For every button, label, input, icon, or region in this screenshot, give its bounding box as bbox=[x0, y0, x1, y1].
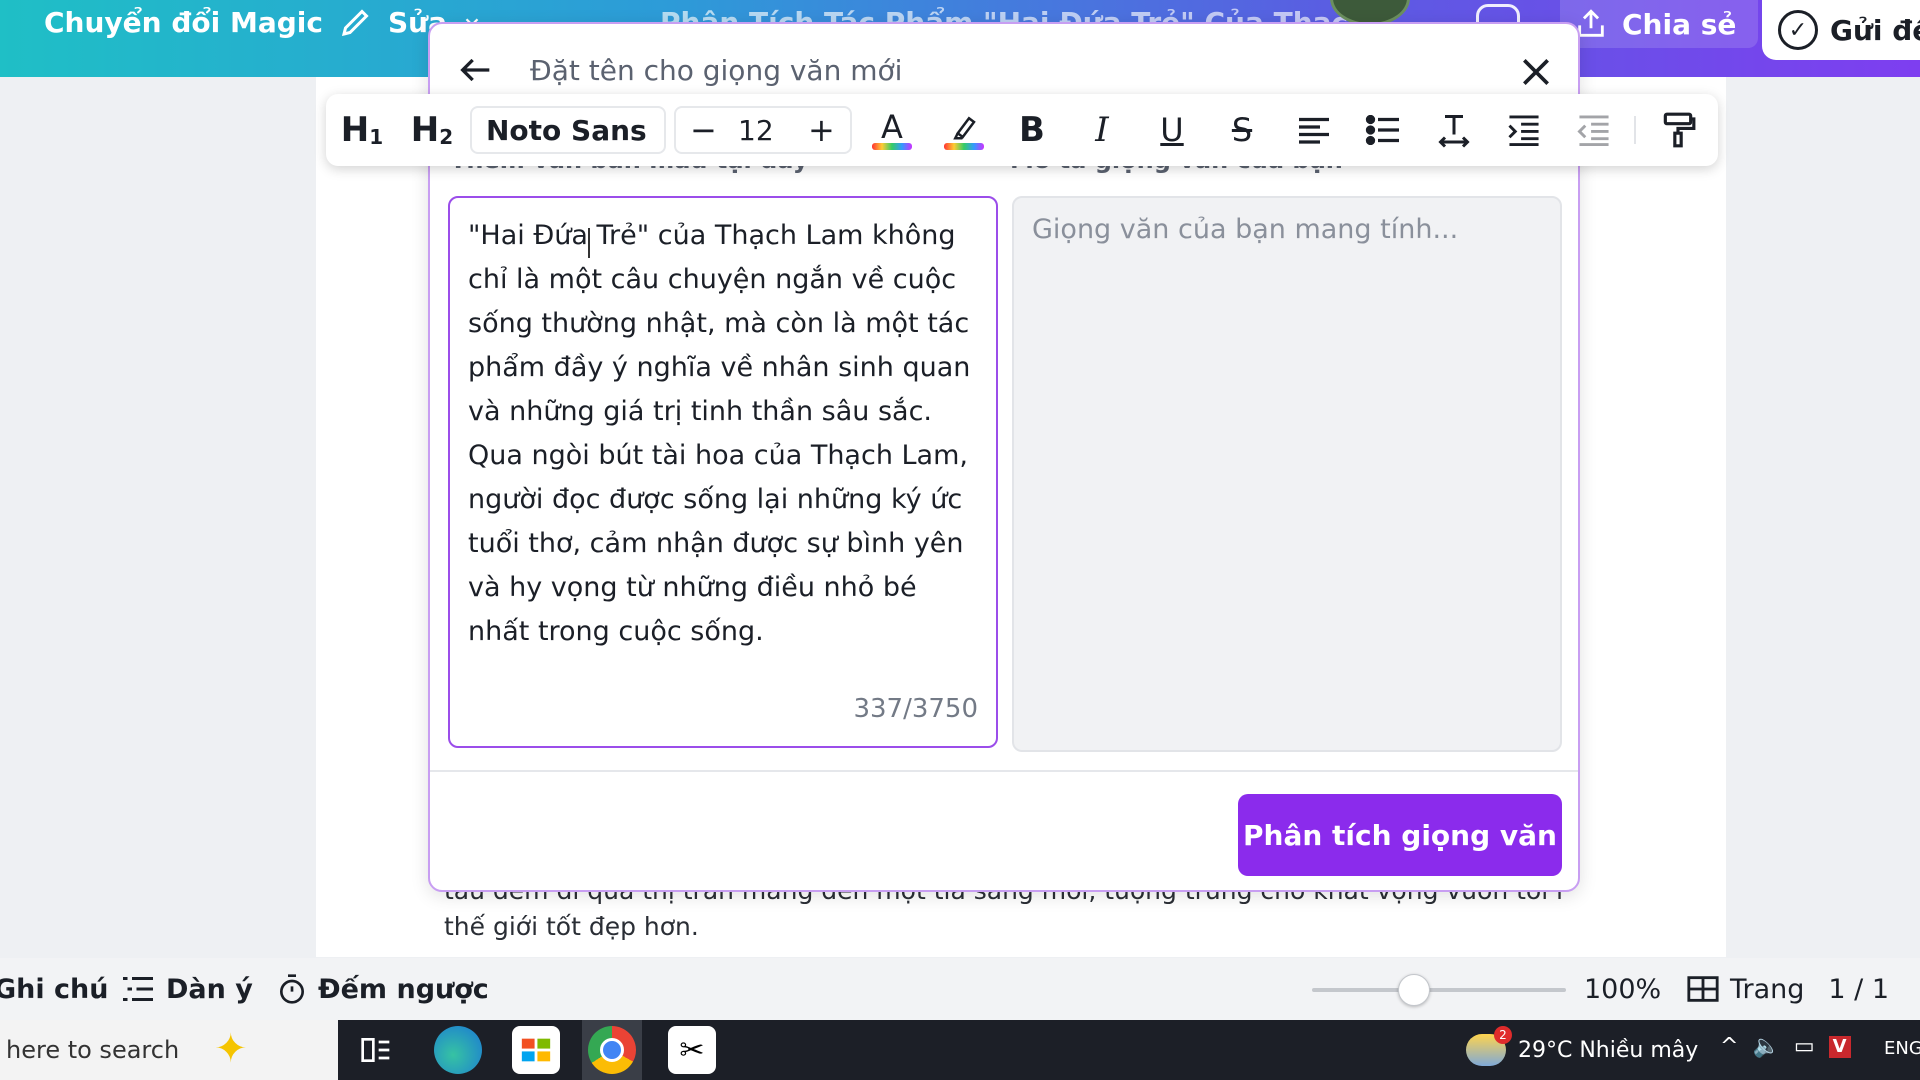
submit-label: Gửi đế bbox=[1830, 13, 1920, 47]
zoom-slider-handle[interactable] bbox=[1397, 974, 1430, 1006]
font-family-select[interactable]: Noto Sans bbox=[470, 106, 666, 154]
network-icon[interactable]: ▭ bbox=[1794, 1034, 1815, 1059]
cloud-sun-icon: 2 bbox=[1466, 1026, 1512, 1066]
edge-browser-icon[interactable] bbox=[434, 1026, 482, 1074]
chevron-up-icon[interactable]: ^ bbox=[1720, 1034, 1738, 1059]
strikethrough-button[interactable]: S bbox=[1218, 106, 1266, 154]
document-text-line: thế giới tốt đẹp hơn. bbox=[444, 912, 699, 941]
voice-description-area[interactable] bbox=[1012, 196, 1562, 752]
sample-text-area[interactable]: "Hai Đứa Trẻ" của Thạch Lam không chỉ là… bbox=[448, 196, 998, 748]
store-icon[interactable] bbox=[512, 1026, 560, 1074]
submit-button[interactable]: ✓ Gửi đế bbox=[1762, 0, 1920, 60]
weather-text: 29°C Nhiều mây bbox=[1518, 1037, 1699, 1063]
format-painter-icon[interactable] bbox=[1652, 106, 1704, 154]
task-view-icon[interactable] bbox=[352, 1026, 400, 1074]
notes-label: Ghi chú bbox=[0, 973, 109, 1005]
magic-switch-button[interactable]: Chuyển đổi Magic bbox=[44, 0, 323, 44]
decrease-size-button[interactable]: − bbox=[690, 111, 717, 149]
notification-badge: 2 bbox=[1494, 1026, 1512, 1044]
page-indicator[interactable]: Trang 1 / 1 bbox=[1686, 968, 1889, 1010]
os-taskbar: here to search ✦ ✂ 2 29°C Nhiều mây ^ 🔈 … bbox=[0, 1020, 1920, 1080]
underline-button[interactable]: U bbox=[1148, 106, 1196, 154]
share-button[interactable]: Chia sẻ bbox=[1560, 0, 1759, 48]
page-count: 1 / 1 bbox=[1828, 973, 1890, 1005]
heading-2-letter: H bbox=[410, 110, 440, 150]
capcut-icon[interactable]: ✂ bbox=[668, 1026, 716, 1074]
letter-spacing-icon[interactable] bbox=[1428, 106, 1480, 154]
pencil-icon bbox=[341, 9, 369, 37]
heading-1-letter: H bbox=[340, 110, 370, 150]
toolbar-divider bbox=[1634, 116, 1636, 144]
bold-button[interactable]: B bbox=[1008, 106, 1056, 154]
language-indicator[interactable]: ENG bbox=[1884, 1038, 1920, 1059]
bullet-list-icon[interactable] bbox=[1358, 106, 1410, 154]
voice-description-input[interactable] bbox=[1032, 214, 1542, 245]
weather-widget[interactable]: 2 29°C Nhiều mây bbox=[1466, 1026, 1699, 1070]
antivirus-icon[interactable]: V bbox=[1828, 1035, 1851, 1058]
font-size-input[interactable]: 12 bbox=[738, 114, 774, 147]
text-color-button[interactable]: A bbox=[866, 106, 918, 154]
editor-footer: Ghi chú Dàn ý Đếm ngược 100% Trang 1 / 1 bbox=[0, 958, 1920, 1020]
timer-button[interactable]: Đếm ngược bbox=[276, 968, 489, 1010]
magic-switch-label: Chuyển đổi Magic bbox=[44, 5, 323, 39]
text-format-toolbar: H1 H2 Noto Sans − 12 + A B I U S bbox=[326, 94, 1718, 166]
search-placeholder: here to search bbox=[6, 1036, 180, 1064]
timer-label: Đếm ngược bbox=[318, 973, 489, 1005]
close-icon[interactable] bbox=[1516, 52, 1556, 92]
character-count: 337/3750 bbox=[853, 694, 978, 724]
list-icon bbox=[123, 977, 153, 1001]
outline-label: Dàn ý bbox=[166, 973, 253, 1005]
highlight-button[interactable] bbox=[938, 106, 990, 154]
zoom-slider[interactable] bbox=[1312, 988, 1566, 992]
text-color-icon: A bbox=[881, 107, 903, 146]
rainbow-bar bbox=[872, 142, 912, 150]
text-cursor bbox=[588, 228, 590, 258]
rainbow-bar bbox=[944, 142, 984, 150]
italic-button[interactable]: I bbox=[1078, 106, 1126, 154]
page-label: Trang bbox=[1730, 973, 1805, 1005]
font-size-stepper: − 12 + bbox=[674, 106, 852, 154]
system-tray: ^ 🔈 ▭ V bbox=[1720, 1034, 1851, 1059]
check-circle-icon: ✓ bbox=[1778, 10, 1818, 50]
zoom-level[interactable]: 100% bbox=[1584, 968, 1661, 1010]
grid-icon bbox=[1687, 976, 1719, 1002]
voice-name-field[interactable]: Đặt tên cho giọng văn mới bbox=[530, 54, 902, 87]
outdent-icon[interactable] bbox=[1568, 106, 1620, 154]
notes-button[interactable]: Ghi chú bbox=[0, 968, 109, 1010]
align-left-icon[interactable] bbox=[1288, 106, 1340, 154]
back-arrow-icon[interactable] bbox=[456, 50, 496, 90]
increase-size-button[interactable]: + bbox=[808, 111, 835, 149]
heading-2-button[interactable]: H2 bbox=[406, 106, 458, 154]
divider bbox=[430, 770, 1578, 772]
speaker-icon[interactable]: 🔈 bbox=[1752, 1034, 1779, 1059]
outline-button[interactable]: Dàn ý bbox=[120, 968, 253, 1010]
stopwatch-icon bbox=[280, 974, 304, 1004]
share-label: Chia sẻ bbox=[1622, 7, 1737, 41]
indent-icon[interactable] bbox=[1498, 106, 1550, 154]
heading-1-button[interactable]: H1 bbox=[336, 106, 388, 154]
heading-2-level: 2 bbox=[439, 125, 454, 149]
heading-1-level: 1 bbox=[369, 125, 384, 149]
taskbar-search-input[interactable]: here to search bbox=[0, 1020, 338, 1080]
sparkle-icon[interactable]: ✦ bbox=[214, 1026, 248, 1072]
chrome-icon[interactable] bbox=[588, 1026, 636, 1074]
analyze-voice-button[interactable]: Phân tích giọng văn bbox=[1238, 794, 1562, 876]
sample-text-content: "Hai Đứa Trẻ" của Thạch Lam không chỉ là… bbox=[468, 220, 971, 647]
highlighter-icon bbox=[953, 116, 976, 139]
